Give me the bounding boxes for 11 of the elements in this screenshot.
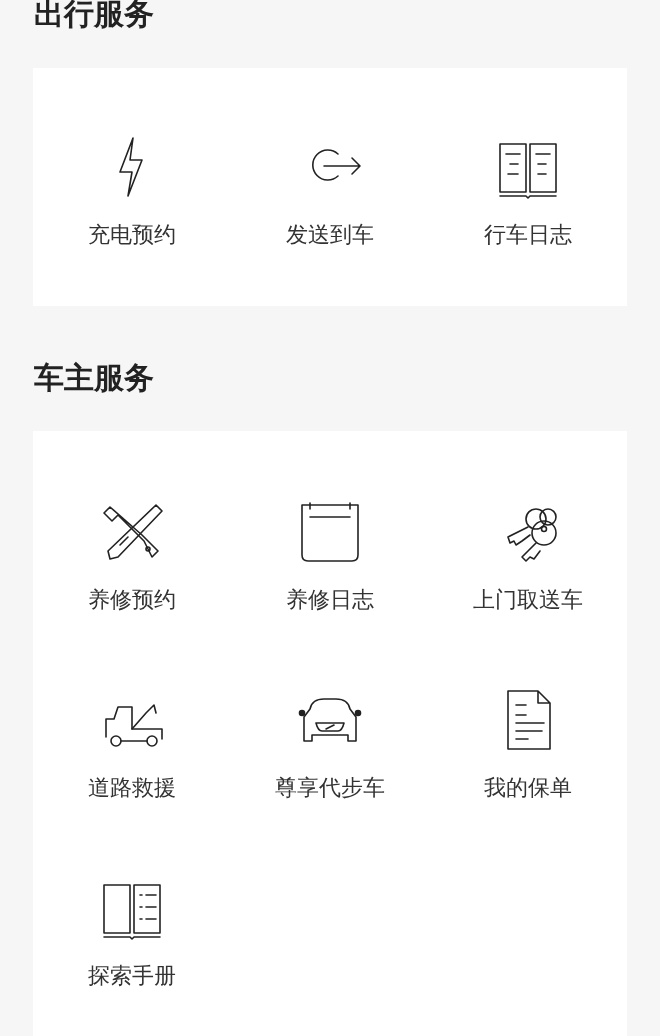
service-item[interactable]: 道路救援 (33, 683, 231, 803)
service-item[interactable]: 上门取送车 (429, 495, 627, 615)
service-item[interactable]: 养修预约 (33, 495, 231, 615)
service-item[interactable]: 养修日志 (231, 495, 429, 615)
section-title: 车主服务 (33, 360, 155, 396)
service-item[interactable]: 我的保单 (429, 683, 627, 803)
service-item[interactable]: 充电预约 (33, 130, 231, 250)
service-item[interactable]: 尊享代步车 (231, 683, 429, 803)
service-item[interactable]: 发送到车 (231, 130, 429, 250)
service-item[interactable]: 探索手册 (33, 871, 231, 991)
service-item[interactable]: 行车日志 (429, 130, 627, 250)
